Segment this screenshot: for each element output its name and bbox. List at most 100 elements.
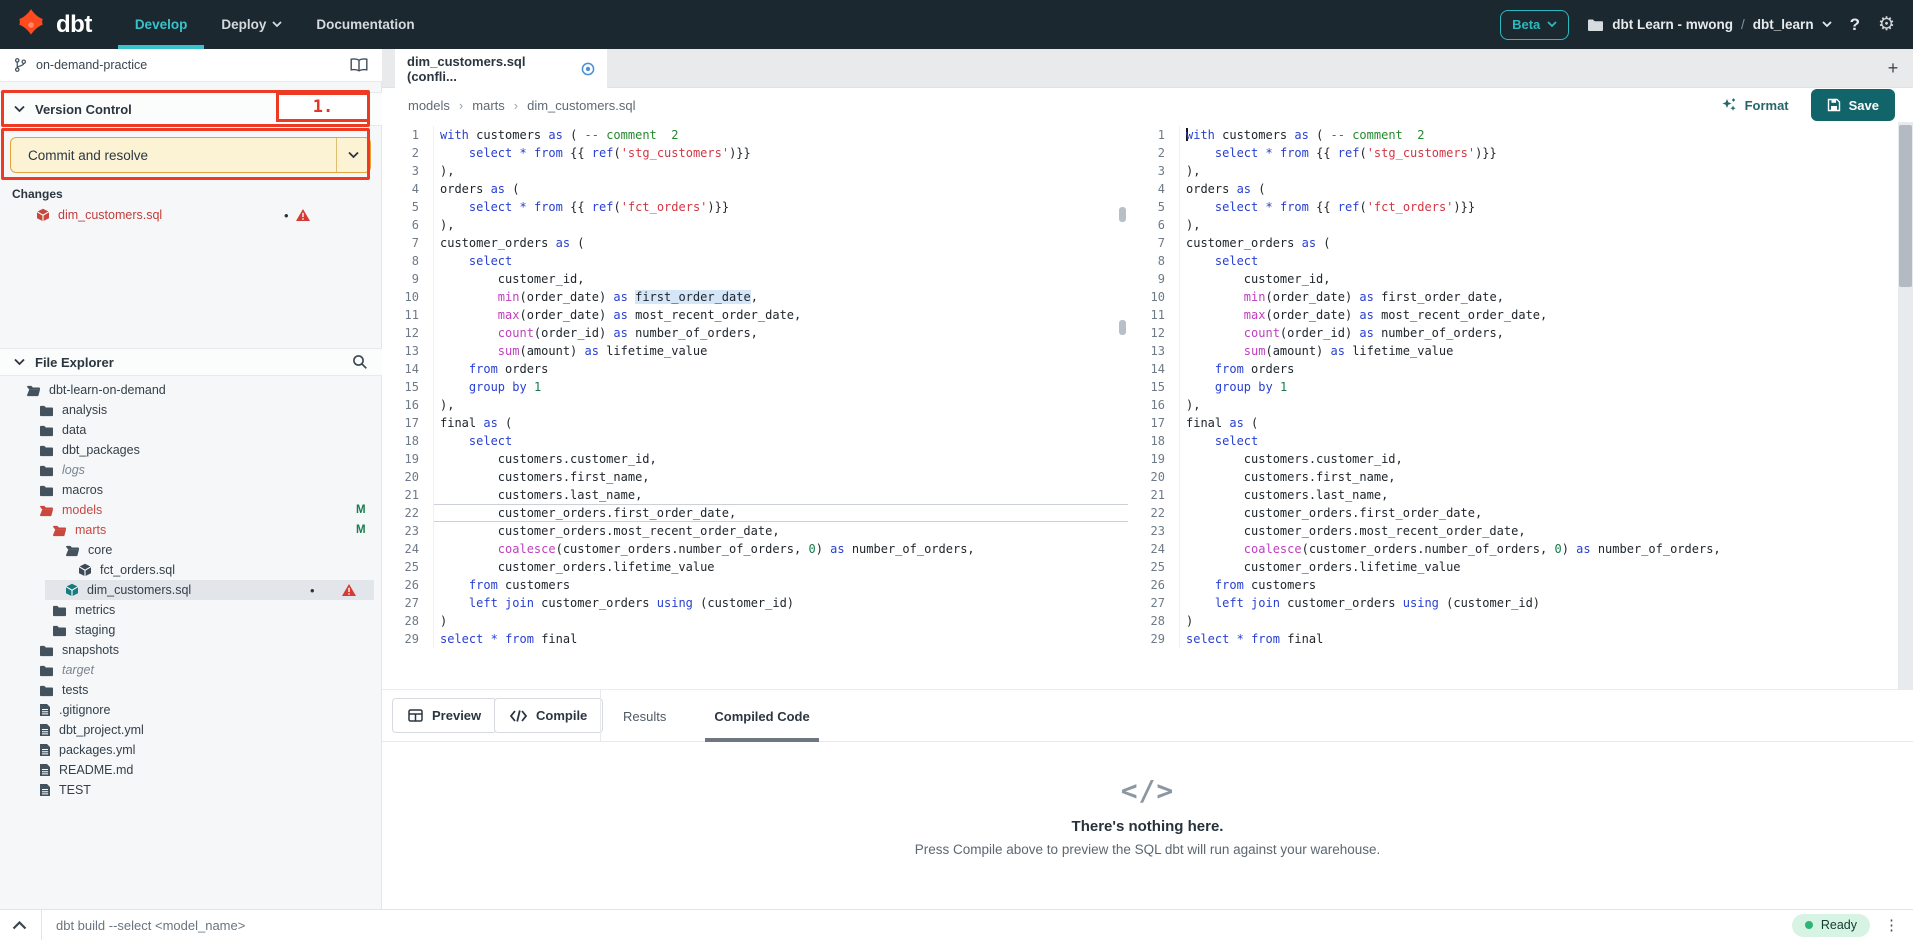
code-line[interactable]: 23 customer_orders.most_recent_order_dat… [382,522,1128,540]
dbt-logo[interactable]: dbt [0,0,118,49]
code-line[interactable]: 4orders as ( [1128,180,1898,198]
tree-item-readme-md[interactable]: README.md [0,760,382,780]
gear-icon[interactable]: ⚙ [1878,15,1895,34]
code-line[interactable]: 16), [1128,396,1898,414]
code-line[interactable]: 28) [382,612,1128,630]
code-line[interactable]: 18 select [1128,432,1898,450]
code-line[interactable]: 21 customers.last_name, [382,486,1128,504]
code-line[interactable]: 15 group by 1 [382,378,1128,396]
code-line[interactable]: 29select * from final [382,630,1128,648]
code-line[interactable]: 29select * from final [1128,630,1898,648]
nav-item-deploy[interactable]: Deploy [204,0,299,49]
save-button[interactable]: Save [1811,89,1895,121]
nav-item-develop[interactable]: Develop [118,0,205,49]
tab-dim-customers[interactable]: dim_customers.sql (confli... [395,49,607,88]
tree-item-metrics[interactable]: metrics [0,600,382,620]
code-line[interactable]: 6), [382,216,1128,234]
code-line[interactable]: 23 customer_orders.most_recent_order_dat… [1128,522,1898,540]
new-tab-button[interactable]: + [1883,58,1903,78]
code-line[interactable]: 14 from orders [382,360,1128,378]
changed-file-row[interactable]: dim_customers.sql• [0,205,382,225]
tree-item-data[interactable]: data [0,420,382,440]
tree-item-dbt-project-yml[interactable]: dbt_project.yml [0,720,382,740]
left-pane-scrollbar-thumb[interactable] [1119,320,1126,335]
tab-results[interactable]: Results [614,690,675,742]
code-line[interactable]: 15 group by 1 [1128,378,1898,396]
tree-item-marts[interactable]: martsM [0,520,382,540]
left-pane-scrollbar-thumb[interactable] [1119,207,1126,222]
code-line[interactable]: 13 sum(amount) as lifetime_value [1128,342,1898,360]
help-icon[interactable]: ? [1850,15,1860,35]
code-pane-right[interactable]: 1with customers as ( -- comment 22 selec… [1128,122,1898,690]
code-line[interactable]: 13 sum(amount) as lifetime_value [382,342,1128,360]
code-line[interactable]: 14 from orders [1128,360,1898,378]
code-line[interactable]: 3), [382,162,1128,180]
code-line[interactable]: 7customer_orders as ( [382,234,1128,252]
code-line[interactable]: 25 customer_orders.lifetime_value [1128,558,1898,576]
code-line[interactable]: 9 customer_id, [382,270,1128,288]
file-explorer-header[interactable]: File Explorer [0,348,382,376]
tree-item-logs[interactable]: logs [0,460,382,480]
tree-item-macros[interactable]: macros [0,480,382,500]
tree-item-models[interactable]: modelsM [0,500,382,520]
code-line[interactable]: 19 customers.customer_id, [382,450,1128,468]
code-line[interactable]: 4orders as ( [382,180,1128,198]
project-switcher[interactable]: dbt Learn - mwong / dbt_learn [1587,17,1831,32]
code-line[interactable]: 25 customer_orders.lifetime_value [382,558,1128,576]
tree-item-fct-orders-sql[interactable]: fct_orders.sql [0,560,382,580]
code-pane-left[interactable]: 1with customers as ( -- comment 22 selec… [382,122,1128,690]
code-line[interactable]: 20 customers.first_name, [1128,468,1898,486]
code-line[interactable]: 21 customers.last_name, [1128,486,1898,504]
code-line[interactable]: 28) [1128,612,1898,630]
format-button[interactable]: Format [1721,97,1789,113]
code-line[interactable]: 24 coalesce(customer_orders.number_of_or… [1128,540,1898,558]
tree-item-core[interactable]: core [0,540,382,560]
code-line[interactable]: 10 min(order_date) as first_order_date, [1128,288,1898,306]
tree-item-dim-customers-sql[interactable]: dim_customers.sql• [0,580,382,600]
git-branch-row[interactable]: on-demand-practice [0,49,382,82]
breadcrumb-item[interactable]: dim_customers.sql [527,98,635,113]
code-line[interactable]: 27 left join customer_orders using (cust… [382,594,1128,612]
code-line[interactable]: 11 max(order_date) as most_recent_order_… [382,306,1128,324]
code-line[interactable]: 17final as ( [382,414,1128,432]
code-line[interactable]: 3), [1128,162,1898,180]
code-line[interactable]: 19 customers.customer_id, [1128,450,1898,468]
code-line[interactable]: 5 select * from {{ ref('fct_orders')}} [1128,198,1898,216]
compile-button[interactable]: Compile [494,698,603,733]
code-line[interactable]: 20 customers.first_name, [382,468,1128,486]
breadcrumb-item[interactable]: models [408,98,450,113]
command-input[interactable]: dbt build --select <model_name> [56,918,1792,933]
preview-button[interactable]: Preview [392,698,497,733]
tree-item-snapshots[interactable]: snapshots [0,640,382,660]
tree-item-analysis[interactable]: analysis [0,400,382,420]
code-line[interactable]: 9 customer_id, [1128,270,1898,288]
code-line[interactable]: 27 left join customer_orders using (cust… [1128,594,1898,612]
code-line[interactable]: 10 min(order_date) as first_order_date, [382,288,1128,306]
tree-item-staging[interactable]: staging [0,620,382,640]
code-line[interactable]: 8 select [1128,252,1898,270]
code-line[interactable]: 1with customers as ( -- comment 2 [1128,126,1898,144]
tree-item-tests[interactable]: tests [0,680,382,700]
breadcrumb-item[interactable]: marts [472,98,505,113]
tab-compiled-code[interactable]: Compiled Code [705,690,818,742]
scrollbar-thumb[interactable] [1899,125,1912,287]
kebab-menu-icon[interactable]: ⋮ [1884,918,1899,933]
code-line[interactable]: 2 select * from {{ ref('stg_customers')}… [382,144,1128,162]
code-line[interactable]: 26 from customers [1128,576,1898,594]
tree-item-dbt-packages[interactable]: dbt_packages [0,440,382,460]
code-line[interactable]: 22 customer_orders.first_order_date, [1128,504,1898,522]
code-line[interactable]: 16), [382,396,1128,414]
code-line[interactable]: 11 max(order_date) as most_recent_order_… [1128,306,1898,324]
code-line[interactable]: 12 count(order_id) as number_of_orders, [382,324,1128,342]
code-line[interactable]: 1with customers as ( -- comment 2 [382,126,1128,144]
tree-item-target[interactable]: target [0,660,382,680]
docs-book-icon[interactable] [350,58,368,72]
code-line[interactable]: 5 select * from {{ ref('fct_orders')}} [382,198,1128,216]
tree-item-test[interactable]: TEST [0,780,382,800]
code-line[interactable]: 6), [1128,216,1898,234]
code-line[interactable]: 22 customer_orders.first_order_date, [382,504,1128,522]
code-line[interactable]: 7customer_orders as ( [1128,234,1898,252]
nav-item-documentation[interactable]: Documentation [299,0,431,49]
code-line[interactable]: 12 count(order_id) as number_of_orders, [1128,324,1898,342]
code-line[interactable]: 17final as ( [1128,414,1898,432]
